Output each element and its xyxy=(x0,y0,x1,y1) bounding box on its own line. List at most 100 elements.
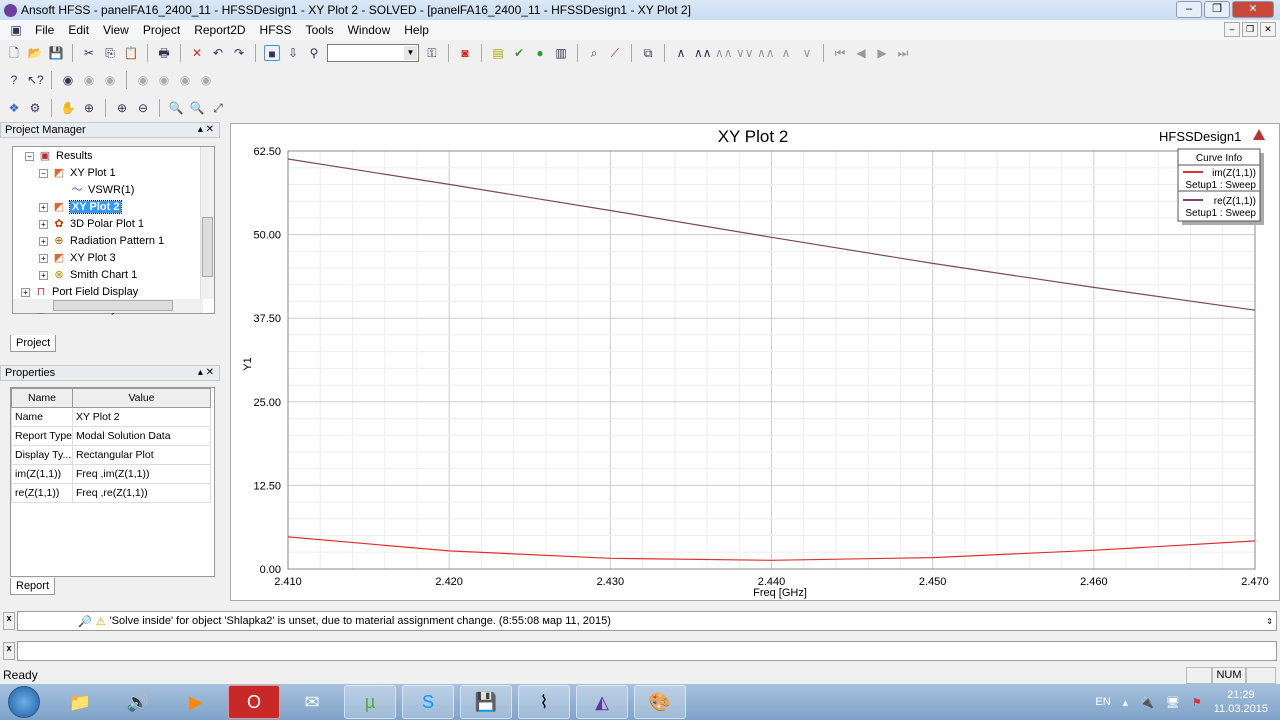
undo-icon[interactable]: ↶ xyxy=(210,45,226,61)
prev-icon[interactable]: ◀ xyxy=(853,45,869,61)
trace-5-icon[interactable]: ∧∧ xyxy=(757,45,775,61)
expand-icon[interactable]: + xyxy=(39,270,48,280)
axis-icon[interactable]: ⤢ xyxy=(210,100,226,116)
check-icon[interactable]: ✔ xyxy=(511,45,527,61)
tab-report[interactable]: Report xyxy=(10,578,56,595)
report-icon[interactable]: ⟋ xyxy=(607,45,623,61)
menu-tools[interactable]: Tools xyxy=(299,23,341,37)
property-row[interactable]: im(Z(1,1)) Freq ,im(Z(1,1)) xyxy=(11,464,211,484)
eye-5-icon[interactable]: ◉ xyxy=(156,72,172,88)
tree-item[interactable]: + ◩ XY Plot 2 xyxy=(39,199,123,215)
tree-item[interactable]: + ✿ 3D Polar Plot 1 xyxy=(39,216,144,232)
menu-file[interactable]: File xyxy=(28,23,61,37)
power-icon[interactable]: 🔌 xyxy=(1140,696,1154,709)
tree-item[interactable]: − ◩ XY Plot 1 xyxy=(39,165,116,181)
minimize-button[interactable]: – xyxy=(1176,1,1202,18)
trace-4-icon[interactable]: ∨∨ xyxy=(736,45,754,61)
explorer-icon[interactable]: 📁 xyxy=(54,685,106,719)
window-icon[interactable]: ⧉ xyxy=(640,45,656,61)
property-value[interactable]: Freq ,im(Z(1,1)) xyxy=(72,464,211,484)
pan-icon[interactable]: ✋ xyxy=(60,100,76,116)
zoom-icon[interactable]: 🔍 xyxy=(168,100,184,116)
last-icon[interactable]: ⏭ xyxy=(895,45,911,61)
mdi-close-button[interactable]: ✕ xyxy=(1260,22,1276,37)
tree-item[interactable]: − ▣ Results xyxy=(25,148,93,164)
trace-1-icon[interactable]: ∧ xyxy=(673,45,689,61)
property-value[interactable]: Modal Solution Data xyxy=(72,426,211,446)
orient-icon[interactable]: ❖ xyxy=(6,100,22,116)
eye-icon[interactable]: ◉ xyxy=(60,72,76,88)
progress-close-button[interactable]: x xyxy=(3,642,15,660)
panel-close-icon[interactable]: ▴ ✕ xyxy=(198,123,219,137)
tree-item[interactable]: 〜 VSWR(1) xyxy=(57,182,135,198)
media-icon[interactable]: 🔊 xyxy=(112,685,164,719)
rotate-icon[interactable]: ⊕ xyxy=(81,100,97,116)
mail-icon[interactable]: ✉ xyxy=(286,685,338,719)
eye-6-icon[interactable]: ◉ xyxy=(177,72,193,88)
menu-report2d[interactable]: Report2D xyxy=(187,23,252,37)
delete-icon[interactable]: ✕ xyxy=(189,45,205,61)
redo-icon[interactable]: ↷ xyxy=(231,45,247,61)
paste-icon[interactable]: 📋 xyxy=(123,45,139,61)
copy-icon[interactable]: ⎘ xyxy=(102,45,118,61)
print-icon[interactable]: 🖶 xyxy=(156,45,172,61)
property-value[interactable]: Rectangular Plot xyxy=(72,445,211,465)
trace-6-icon[interactable]: ∧ xyxy=(778,45,794,61)
validate-icon[interactable]: ▤ xyxy=(490,45,506,61)
collapse-icon[interactable]: − xyxy=(39,168,48,178)
network-icon[interactable]: 🖥 xyxy=(1166,696,1180,709)
mdi-minimize-button[interactable]: – xyxy=(1224,22,1240,37)
zoom-in-icon[interactable]: ⊕ xyxy=(114,100,130,116)
selection-combo[interactable] xyxy=(327,44,419,62)
paint-icon[interactable]: 🎨 xyxy=(634,685,686,719)
app-icon[interactable]: ⌇ xyxy=(518,685,570,719)
message-close-button[interactable]: x xyxy=(3,612,15,630)
player-icon[interactable]: ▶ xyxy=(170,685,222,719)
menu-project[interactable]: Project xyxy=(136,23,187,37)
zoom-out-icon[interactable]: ⊖ xyxy=(135,100,151,116)
cut-icon[interactable]: ✂ xyxy=(81,45,97,61)
eye-3-icon[interactable]: ◉ xyxy=(102,72,118,88)
eye-7-icon[interactable]: ◉ xyxy=(198,72,214,88)
trace-3-icon[interactable]: ∧∧ xyxy=(715,45,733,61)
utorrent-icon[interactable]: µ xyxy=(344,685,396,719)
analyze-icon[interactable]: ● xyxy=(532,45,548,61)
menu-view[interactable]: View xyxy=(96,23,136,37)
filter-icon[interactable]: ⚿ xyxy=(424,45,440,61)
property-row[interactable]: Display Ty... Rectangular Plot xyxy=(11,445,211,465)
property-row[interactable]: re(Z(1,1)) Freq ,re(Z(1,1)) xyxy=(11,483,211,503)
results-icon[interactable]: ▥ xyxy=(553,45,569,61)
action-center-icon[interactable]: ⚑ xyxy=(1192,696,1202,709)
tree-item[interactable]: + ⊗ Smith Chart 1 xyxy=(39,267,137,283)
tab-project[interactable]: Project xyxy=(10,335,57,352)
save-icon[interactable]: 💾 xyxy=(48,45,64,61)
expand-icon[interactable]: + xyxy=(21,287,30,297)
new-icon[interactable]: 🗋 xyxy=(6,45,22,61)
document-icon[interactable]: ▣ xyxy=(8,22,24,38)
eye-2-icon[interactable]: ◉ xyxy=(81,72,97,88)
tree-vertical-scrollbar[interactable] xyxy=(200,147,214,299)
move-icon[interactable]: ⇩ xyxy=(285,45,301,61)
mdi-restore-button[interactable]: ❐ xyxy=(1242,22,1258,37)
property-value[interactable]: Freq ,re(Z(1,1)) xyxy=(72,483,211,503)
tree-horizontal-scrollbar[interactable] xyxy=(13,299,203,313)
help-icon[interactable]: ? xyxy=(6,72,22,88)
select-icon[interactable]: ■ xyxy=(264,45,280,61)
expand-icon[interactable]: + xyxy=(39,202,48,212)
menu-window[interactable]: Window xyxy=(341,23,398,37)
trace-7-icon[interactable]: ∨ xyxy=(799,45,815,61)
hfss-taskbar-icon[interactable]: ◭ xyxy=(576,685,628,719)
language-indicator[interactable]: EN xyxy=(1095,696,1110,708)
trace-2-icon[interactable]: ∧∧ xyxy=(694,45,712,61)
clock[interactable]: 21:29 11.03.2015 xyxy=(1214,688,1268,716)
menu-edit[interactable]: Edit xyxy=(61,23,96,37)
context-help-icon[interactable]: ↖? xyxy=(27,72,44,88)
tray-expand-icon[interactable]: ▴ xyxy=(1123,696,1129,709)
property-value[interactable]: XY Plot 2 xyxy=(72,407,211,427)
info-icon[interactable]: ◙ xyxy=(457,45,473,61)
menu-hfss[interactable]: HFSS xyxy=(253,23,299,37)
close-button[interactable]: ✕ xyxy=(1232,1,1274,18)
collapse-icon[interactable]: − xyxy=(25,151,34,161)
property-row[interactable]: Name XY Plot 2 xyxy=(11,407,211,427)
floppy-icon[interactable]: 💾 xyxy=(460,685,512,719)
